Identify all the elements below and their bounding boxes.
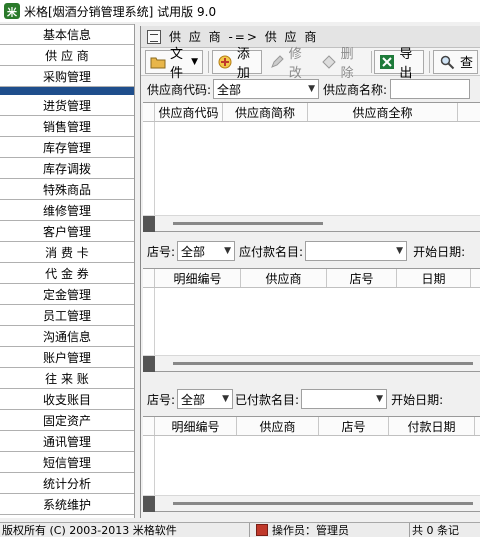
column-header[interactable]: 供应商	[241, 269, 327, 287]
paid-item-label: 已付款名目:	[235, 392, 300, 407]
payable-filter-row: 店号: 全部 ▼ 应付款名目: ▼ 开始日期:	[141, 238, 480, 264]
sidebar-item-statistics[interactable]: 统计分析	[0, 473, 134, 494]
chevron-down-icon: ▼	[376, 394, 384, 404]
payable-item-select[interactable]: ▼	[305, 241, 408, 261]
sidebar-item-purchase[interactable]: 采购管理	[0, 66, 134, 87]
paid-grid-header: 明细编号 供应商 店号 付款日期	[143, 417, 480, 436]
paid-item-select[interactable]: ▼	[301, 389, 388, 409]
supplier-grid-header: 供应商代码 供应商简称 供应商全称	[143, 103, 480, 122]
operator-cell: 操作员：管理员	[250, 523, 410, 537]
main-panel: 供 应 商 -=> 供 应 商 文件 ▼ 添加 修改 删除 导出 查 供应商代码…	[140, 26, 480, 518]
sidebar-item-fixed-assets[interactable]: 固定资产	[0, 410, 134, 431]
sidebar-item-card[interactable]: 消 费 卡	[0, 242, 134, 263]
column-header[interactable]: 明细编号	[155, 269, 241, 287]
chevron-down-icon: ▼	[396, 246, 404, 256]
sidebar-item-communication[interactable]: 沟通信息	[0, 326, 134, 347]
supplier-filter-row: 供应商代码: 全部 ▼ 供应商名称:	[141, 76, 480, 102]
supplier-name-label: 供应商名称:	[323, 82, 388, 97]
add-button[interactable]: 添加	[211, 47, 262, 81]
column-header[interactable]: 付款日期	[389, 417, 475, 435]
column-header[interactable]: 供应商代码	[155, 103, 223, 121]
sidebar-item-maintenance[interactable]: 系统维护	[0, 494, 134, 515]
sidebar-item-stock-in[interactable]: 进货管理	[0, 95, 134, 116]
paid-grid[interactable]: 明细编号 供应商 店号 付款日期	[143, 416, 480, 512]
sidebar-item-inventory[interactable]: 库存管理	[0, 137, 134, 158]
sidebar-item-contacts[interactable]: 通讯管理	[0, 431, 134, 452]
excel-icon	[379, 53, 395, 71]
toolbar-separator	[370, 50, 372, 73]
window-icon	[147, 29, 161, 44]
toolbar-separator	[429, 50, 431, 73]
sidebar-item-transfer[interactable]: 库存调拨	[0, 158, 134, 179]
payable-item-label: 应付款名目:	[239, 244, 304, 259]
add-icon	[217, 53, 233, 71]
toolbar-separator	[208, 50, 209, 73]
chevron-down-icon: ▼	[222, 394, 230, 404]
delete-icon	[321, 53, 337, 71]
file-menu-button[interactable]: 文件 ▼	[145, 47, 204, 81]
toolbar: 文件 ▼ 添加 修改 删除 导出 查	[141, 47, 480, 81]
start-date-label: 开始日期:	[391, 392, 444, 407]
horizontal-scrollbar[interactable]	[143, 355, 480, 372]
supplier-code-label: 供应商代码:	[147, 82, 212, 97]
delete-button[interactable]: 删除	[316, 47, 366, 81]
copyright-text: 版权所有 (C) 2003-2013 米格软件	[0, 523, 250, 537]
column-header[interactable]: 日期	[397, 269, 471, 287]
store-select[interactable]: 全部 ▼	[177, 389, 234, 409]
chevron-down-icon: ▼	[191, 56, 199, 67]
column-header[interactable]: 供应商	[237, 417, 319, 435]
sidebar-item-income-expense[interactable]: 收支账目	[0, 389, 134, 410]
sidebar-item-deposit[interactable]: 定金管理	[0, 284, 134, 305]
sidebar-item-customer[interactable]: 客户管理	[0, 221, 134, 242]
column-header[interactable]: 供应商全称	[308, 103, 458, 121]
payable-grid-header: 明细编号 供应商 店号 日期	[143, 269, 480, 288]
column-header[interactable]: 店号	[327, 269, 397, 287]
store-label: 店号:	[147, 244, 176, 259]
sidebar-item-basic-info[interactable]: 基本信息	[0, 24, 134, 45]
magnifier-icon	[438, 53, 456, 71]
store-label: 店号:	[147, 392, 176, 407]
supplier-name-input[interactable]	[390, 79, 471, 99]
start-date-label: 开始日期:	[413, 244, 466, 259]
sidebar-nav: 基本信息 供 应 商 采购管理 进货管理 销售管理 库存管理 库存调拨 特殊商品…	[0, 24, 135, 518]
status-bar: 版权所有 (C) 2003-2013 米格软件 操作员：管理员 共 0 条记	[0, 522, 480, 537]
sidebar-item-voucher[interactable]: 代 金 券	[0, 263, 134, 284]
pencil-icon	[269, 53, 285, 71]
file-folder-icon	[150, 53, 166, 71]
horizontal-scrollbar[interactable]	[143, 495, 480, 512]
column-header[interactable]: 供应商简称	[223, 103, 308, 121]
store-select[interactable]: 全部 ▼	[177, 241, 236, 261]
sidebar-item-staff[interactable]: 员工管理	[0, 305, 134, 326]
supplier-grid[interactable]: 供应商代码 供应商简称 供应商全称	[143, 102, 480, 232]
column-header[interactable]: 明细编号	[155, 417, 237, 435]
query-button[interactable]: 查	[433, 49, 479, 74]
payable-grid[interactable]: 明细编号 供应商 店号 日期	[143, 268, 480, 372]
chevron-down-icon: ▼	[308, 84, 316, 94]
chevron-down-icon: ▼	[224, 246, 232, 256]
sidebar-item-sales[interactable]: 销售管理	[0, 116, 134, 137]
supplier-code-select[interactable]: 全部 ▼	[213, 79, 320, 99]
edit-button[interactable]: 修改	[264, 47, 314, 81]
sidebar-item-repair[interactable]: 维修管理	[0, 200, 134, 221]
app-logo-icon: 米	[4, 3, 20, 19]
record-count: 共 0 条记	[412, 524, 459, 537]
export-button[interactable]: 导出	[374, 47, 425, 81]
sidebar-item-special-goods[interactable]: 特殊商品	[0, 179, 134, 200]
sidebar-item-selected-bar[interactable]	[0, 87, 134, 95]
sidebar-item-account[interactable]: 账户管理	[0, 347, 134, 368]
window-title: 米格[烟酒分销管理系统] 试用版 9.0	[24, 4, 217, 19]
sidebar-item-supplier[interactable]: 供 应 商	[0, 45, 134, 66]
horizontal-scrollbar[interactable]	[143, 215, 480, 232]
breadcrumb: 供 应 商 -=> 供 应 商	[141, 26, 480, 48]
column-header[interactable]: 店号	[319, 417, 389, 435]
sidebar-item-sms[interactable]: 短信管理	[0, 452, 134, 473]
title-bar: 米 米格[烟酒分销管理系统] 试用版 9.0	[0, 0, 480, 22]
user-icon	[256, 524, 268, 536]
sidebar-item-ledger[interactable]: 往 来 账	[0, 368, 134, 389]
paid-filter-row: 店号: 全部 ▼ 已付款名目: ▼ 开始日期:	[141, 386, 480, 412]
